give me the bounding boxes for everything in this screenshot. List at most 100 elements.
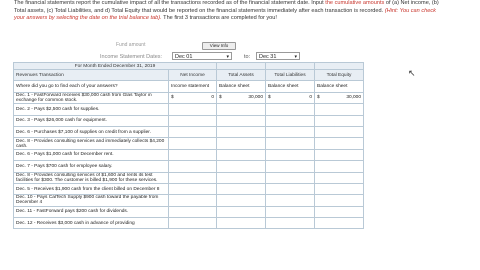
total-liabilities-input[interactable] (265, 160, 315, 173)
total-equity-input[interactable] (314, 114, 364, 127)
transaction-cell: Dec. 12 - Receives $3,000 cash in advanc… (13, 217, 169, 230)
total-assets-input[interactable] (216, 125, 266, 139)
total-equity-input[interactable] (314, 194, 364, 207)
instructions: The financial statements report the cumu… (14, 0, 444, 23)
col-transaction: Revenues Transaction (13, 68, 169, 82)
total-assets-input[interactable] (216, 194, 266, 207)
col-total-liabilities: Total Liabilities (265, 68, 315, 82)
currency-symbol: $ (171, 95, 174, 101)
instructions-highlight: the cumulative amounts (325, 0, 385, 6)
net-income-input[interactable] (168, 217, 217, 230)
total-liabilities-input[interactable] (265, 217, 315, 230)
to-label: to: (244, 54, 251, 60)
col-transaction-label: Transaction (38, 72, 64, 78)
cell-value: $30,000 (219, 95, 263, 100)
total-liabilities-input[interactable] (265, 114, 315, 127)
total-assets-input[interactable] (216, 171, 266, 184)
net-income-input[interactable] (168, 125, 217, 139)
date-range-label: Income Statement Dates: (100, 54, 163, 60)
net-income-input[interactable] (168, 160, 217, 173)
transaction-cell: Dec. 6 - Purchases $7,100 of supplies on… (13, 125, 169, 139)
table-row: Dec. 7 - Pays $700 cash for employee sal… (13, 160, 364, 173)
mouse-cursor-icon: ↖ (408, 68, 416, 78)
amount-value: 30,000 (346, 95, 361, 101)
chevron-down-icon: ▾ (226, 54, 229, 60)
total-assets-input[interactable] (216, 103, 266, 116)
table-row: Dec. 2 - Pays $2,500 cash for supplies. (13, 103, 364, 116)
col-total-assets: Total Assets (216, 68, 266, 82)
selector-row: Where did you go to find each of your an… (13, 80, 364, 93)
total-assets-input[interactable]: $30,000 (216, 91, 266, 105)
selector-row-label: Where did you go to find each of your an… (13, 80, 169, 93)
table-row: Dec. 11 - FastForward pays $200 cash for… (13, 205, 364, 219)
table-row: Dec. 6 - Purchases $7,100 of supplies on… (13, 125, 364, 139)
instructions-text-3: reported on the financial statements imm… (176, 7, 385, 14)
from-date-select[interactable]: Dec 01 ▾ (172, 52, 232, 60)
te-source-select[interactable]: Balance sheet (314, 80, 364, 93)
transaction-cell: Dec. 5 - Receives $1,900 cash from the c… (13, 182, 169, 196)
table-row: Dec. 6 - Pays $1,000 cash for December r… (13, 148, 364, 162)
total-assets-input[interactable] (216, 182, 266, 196)
total-equity-input[interactable] (314, 148, 364, 162)
total-liabilities-input[interactable] (265, 194, 315, 207)
net-income-input[interactable] (168, 194, 217, 207)
total-equity-input[interactable] (314, 125, 364, 139)
cell-value: $30,000 (317, 95, 361, 100)
transaction-cell: Dec. 3 - Pays $26,000 cash for equipment… (13, 114, 169, 127)
amount-value: 0 (211, 95, 214, 101)
net-income-input[interactable] (168, 171, 217, 184)
total-liabilities-input[interactable] (265, 137, 315, 150)
total-liabilities-input[interactable] (265, 148, 315, 162)
total-assets-input[interactable] (216, 148, 266, 162)
net-income-input[interactable] (168, 148, 217, 162)
total-equity-input[interactable]: $30,000 (314, 91, 364, 105)
total-equity-input[interactable] (314, 217, 364, 230)
total-equity-input[interactable] (314, 137, 364, 150)
transaction-cell: Dec. 6 - Pays $1,000 cash for December r… (13, 148, 169, 162)
total-liabilities-input[interactable]: $0 (265, 91, 315, 105)
currency-symbol: $ (268, 95, 271, 101)
ta-source-select[interactable]: Balance sheet (216, 80, 266, 93)
total-liabilities-input[interactable] (265, 103, 315, 116)
total-equity-input[interactable] (314, 171, 364, 184)
total-equity-input[interactable] (314, 182, 364, 196)
total-assets-input[interactable] (216, 205, 266, 219)
instructions-text-4: The first 3 transactions are completed f… (161, 15, 277, 21)
transaction-cell: Dec. 7 - Pays $700 cash for employee sal… (13, 160, 169, 173)
total-equity-input[interactable] (314, 205, 364, 219)
net-income-input[interactable] (168, 205, 217, 219)
transaction-cell: Dec. 11 - FastForward pays $200 cash for… (13, 205, 169, 219)
transaction-cell: Dec. 8 - Provides consulting services an… (13, 137, 169, 150)
amount-value: 30,000 (248, 95, 263, 101)
table-row: Dec. 8 - Provides consulting services an… (13, 137, 364, 150)
tl-source-select[interactable]: Balance sheet (265, 80, 315, 93)
date-range: Income Statement Dates: Dec 01 ▾ to: Dec … (100, 52, 300, 62)
total-assets-input[interactable] (216, 114, 266, 127)
table-row: Dec. 8 - Provides consulting services of… (13, 171, 364, 184)
view-info-button[interactable]: View Info (202, 42, 236, 50)
total-assets-input[interactable] (216, 160, 266, 173)
net-income-input[interactable] (168, 114, 217, 127)
cell-value: $0 (171, 95, 214, 100)
amount-value: 0 (309, 95, 312, 101)
ni-source-select[interactable]: Income statement (168, 80, 217, 93)
col-net-income: Net Income (168, 68, 217, 82)
total-liabilities-input[interactable] (265, 171, 315, 184)
net-income-input[interactable]: $0 (168, 91, 217, 105)
table-group-header: For Month Ended December 31, 2019 (13, 62, 217, 70)
net-income-input[interactable] (168, 103, 217, 116)
total-assets-input[interactable] (216, 137, 266, 150)
net-income-input[interactable] (168, 137, 217, 150)
total-liabilities-input[interactable] (265, 205, 315, 219)
to-date-select[interactable]: Dec 31 ▾ (256, 52, 300, 60)
table-row: Dec. 12 - Receives $3,000 cash in advanc… (13, 217, 364, 230)
total-equity-input[interactable] (314, 160, 364, 173)
to-date-value: Dec 31 (259, 54, 277, 60)
net-income-input[interactable] (168, 182, 217, 196)
table-row: Dec. 1 - FastForward receives $30,000 ca… (13, 91, 364, 105)
total-liabilities-input[interactable] (265, 125, 315, 139)
transaction-cell: Dec. 8 - Provides consulting services of… (13, 171, 169, 184)
total-liabilities-input[interactable] (265, 182, 315, 196)
total-equity-input[interactable] (314, 103, 364, 116)
total-assets-input[interactable] (216, 217, 266, 230)
